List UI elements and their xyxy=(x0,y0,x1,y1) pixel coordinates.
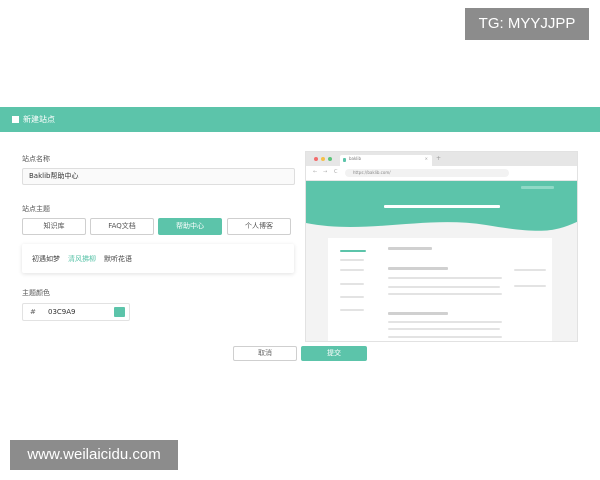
preview-sidebar-line xyxy=(340,259,364,261)
window-maximize-dot-icon xyxy=(328,157,332,161)
preview-heading-line xyxy=(388,267,448,270)
window-minimize-dot-icon xyxy=(321,157,325,161)
watermark-bottom: www.weilaicidu.com xyxy=(10,440,178,470)
preview-address-bar: ← → C https://baklib.com/ xyxy=(306,166,577,181)
style-option-qingfeng[interactable]: 清风拂柳 xyxy=(68,254,96,264)
site-name-input[interactable]: Baklib帮助中心 xyxy=(22,168,295,185)
preview-text-line xyxy=(388,328,500,330)
preview-wave-shape xyxy=(306,221,577,235)
color-swatch[interactable] xyxy=(114,307,125,317)
watermark-top: TG: MYYJJPP xyxy=(465,8,589,40)
preview-text-line xyxy=(388,321,502,323)
preview-content-card xyxy=(328,238,552,341)
preview-heading-line xyxy=(388,247,432,250)
preview-toc-line xyxy=(514,269,546,271)
preview-nav-bar xyxy=(521,186,554,189)
preview-text-line xyxy=(388,277,502,279)
style-option-chuyu[interactable]: 初遇如梦 xyxy=(32,254,60,264)
back-arrow-icon: ← xyxy=(313,169,318,175)
preview-text-line xyxy=(388,286,500,288)
reload-icon: C xyxy=(334,169,338,175)
preview-tab-title: baklib xyxy=(349,156,362,161)
site-theme-label: 站点主题 xyxy=(22,205,50,213)
preview-tab-bar: baklib × + xyxy=(306,152,577,166)
site-name-label: 站点名称 xyxy=(22,155,50,163)
new-tab-icon: + xyxy=(436,155,442,162)
theme-color-input[interactable]: # 03C9A9 xyxy=(22,303,130,321)
preview-browser-tab: baklib × xyxy=(340,155,432,166)
preview-text-line xyxy=(388,336,502,338)
preview-search-bar xyxy=(384,205,500,208)
preview-sidebar-line xyxy=(340,309,364,311)
preview-sidebar-line xyxy=(340,269,364,271)
dialog-header: 新建站点 xyxy=(0,107,600,132)
theme-style-options: 初遇如梦 清风拂柳 默听花语 xyxy=(22,244,294,273)
tab-knowledge-base[interactable]: 知识库 xyxy=(22,218,86,235)
submit-button[interactable]: 提交 xyxy=(301,346,367,361)
preview-text-line xyxy=(388,293,502,295)
color-hex-value: 03C9A9 xyxy=(48,308,76,316)
dialog-title: 新建站点 xyxy=(23,115,55,124)
preview-heading-line xyxy=(388,312,448,315)
preview-url-field: https://baklib.com/ xyxy=(345,169,509,177)
new-site-icon xyxy=(12,116,19,123)
window-close-dot-icon xyxy=(314,157,318,161)
theme-preview: baklib × + ← → C https://baklib.com/ xyxy=(305,151,578,342)
forward-arrow-icon: → xyxy=(323,169,328,175)
preview-sidebar-line xyxy=(340,283,364,285)
tab-help-center[interactable]: 帮助中心 xyxy=(158,218,222,235)
theme-color-label: 主题颜色 xyxy=(22,289,50,297)
site-favicon-icon xyxy=(343,158,346,162)
preview-toc-line xyxy=(514,285,546,287)
style-option-moting[interactable]: 默听花语 xyxy=(104,254,132,264)
tab-close-icon: × xyxy=(424,156,428,161)
tab-personal-blog[interactable]: 个人博客 xyxy=(227,218,291,235)
hash-symbol: # xyxy=(30,308,36,316)
preview-sidebar-line xyxy=(340,250,366,252)
tab-faq-docs[interactable]: FAQ文档 xyxy=(90,218,154,235)
preview-sidebar-line xyxy=(340,296,364,298)
cancel-button[interactable]: 取消 xyxy=(233,346,297,361)
